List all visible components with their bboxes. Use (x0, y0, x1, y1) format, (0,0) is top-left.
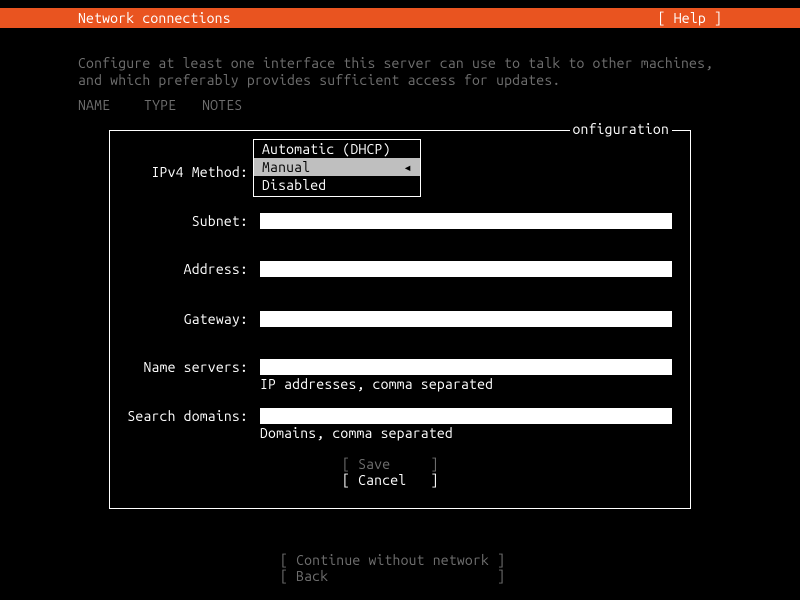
searchdomains-label: Search domains: (115, 408, 248, 424)
nameservers-hint: IP addresses, comma separated (260, 376, 493, 392)
address-label: Address: (128, 261, 248, 277)
nameservers-input[interactable] (260, 359, 672, 375)
description-text: Configure at least one interface this se… (78, 55, 713, 89)
page-title: Network connections (78, 10, 231, 26)
col-type: TYPE (144, 97, 194, 113)
dropdown-option-automatic[interactable]: Automatic (DHCP) (254, 140, 420, 158)
ipv4-method-label: IPv4 Method: (128, 164, 248, 180)
dropdown-option-manual[interactable]: Manual ◂ (254, 158, 420, 176)
subnet-label: Subnet: (128, 213, 248, 229)
searchdomains-input[interactable] (260, 408, 672, 424)
continue-without-network-button[interactable]: [ Continue without network ] (280, 552, 505, 568)
address-input[interactable] (260, 261, 672, 277)
gateway-input[interactable] (260, 311, 672, 327)
save-button[interactable]: [ Save ] (342, 456, 438, 472)
cancel-button[interactable]: [ Cancel ] (342, 472, 438, 488)
selected-arrow-icon: ◂ (403, 158, 412, 176)
title-bar: Network connections [ Help ] (0, 8, 800, 28)
back-button[interactable]: [ Back ] (280, 568, 505, 584)
ipv4-method-dropdown[interactable]: Automatic (DHCP) Manual ◂ Disabled (253, 139, 421, 197)
column-headers: NAME TYPE NOTES (78, 97, 242, 113)
panel-title: onfiguration (570, 121, 672, 137)
nameservers-label: Name servers: (128, 359, 248, 375)
dropdown-option-disabled[interactable]: Disabled (254, 176, 420, 194)
help-button[interactable]: [ Help ] (658, 10, 722, 26)
dropdown-option-manual-label: Manual (262, 159, 310, 175)
col-name: NAME (78, 97, 136, 113)
col-notes: NOTES (202, 97, 242, 113)
subnet-input[interactable] (260, 213, 672, 229)
searchdomains-hint: Domains, comma separated (260, 425, 453, 441)
gateway-label: Gateway: (128, 311, 248, 327)
